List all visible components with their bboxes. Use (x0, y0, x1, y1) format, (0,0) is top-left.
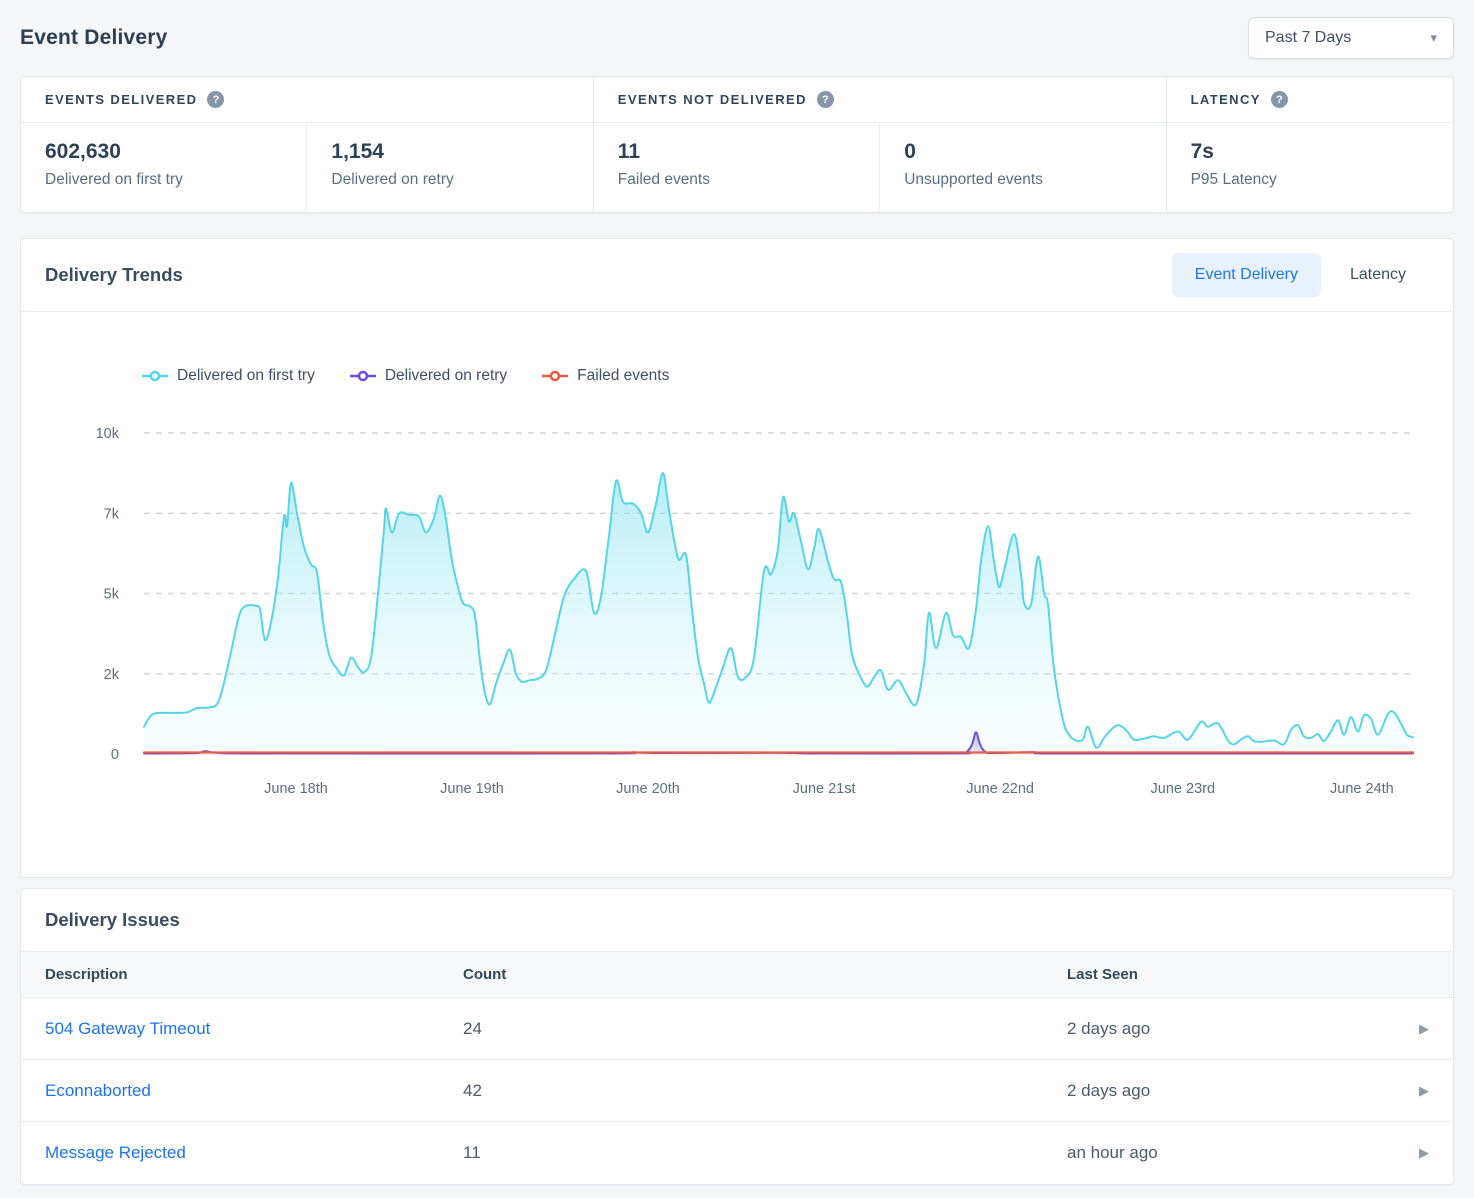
stat-section-values: 7s P95 Latency (1167, 123, 1453, 212)
issue-last-seen: an hour ago (1043, 1122, 1387, 1184)
metric: 11 Failed events (594, 123, 880, 212)
metric-label: Delivered on retry (331, 171, 568, 189)
stat-section: LATENCY? 7s P95 Latency (1167, 77, 1453, 212)
metric-value: 0 (904, 140, 1141, 164)
question-mark-icon[interactable]: ? (1271, 91, 1288, 108)
page-title: Event Delivery (20, 26, 168, 50)
chevron-right-icon[interactable]: ▶ (1419, 1145, 1429, 1160)
metric-value: 602,630 (45, 140, 282, 164)
metric-value: 11 (618, 140, 855, 164)
y-axis-tick-label: 0 (111, 747, 119, 763)
y-axis-tick-label: 5k (104, 587, 120, 603)
issues-table-header-row: Description Count Last Seen (21, 952, 1453, 998)
x-axis-tick-label: June 22nd (966, 781, 1034, 797)
tab-event-delivery[interactable]: Event Delivery (1172, 253, 1321, 297)
trends-tabs: Event DeliveryLatency (1172, 253, 1429, 297)
x-axis-tick-label: June 21st (793, 781, 856, 797)
question-mark-icon[interactable]: ? (817, 91, 834, 108)
stat-section: EVENTS NOT DELIVERED? 11 Failed events 0 Uns… (594, 77, 1167, 212)
page-header: Event Delivery Past 7 Days ▾ (20, 12, 1454, 64)
x-axis-tick-label: June 23rd (1151, 781, 1216, 797)
column-header-last-seen: Last Seen (1043, 952, 1387, 998)
issue-count: 11 (439, 1122, 1043, 1184)
issue-description-link[interactable]: Econnaborted (45, 1081, 151, 1100)
issue-last-seen: 2 days ago (1043, 998, 1387, 1060)
issue-description-link[interactable]: 504 Gateway Timeout (45, 1019, 210, 1038)
column-header-actions (1387, 952, 1453, 998)
delivery-trends-chart: Delivered on first tryDelivered on retry… (21, 312, 1453, 878)
issue-last-seen: 2 days ago (1043, 1060, 1387, 1122)
x-axis-tick-label: June 20th (616, 781, 680, 797)
metric: 1,154 Delivered on retry (307, 123, 592, 212)
stat-section-header: LATENCY? (1167, 77, 1453, 123)
chevron-right-icon[interactable]: ▶ (1419, 1083, 1429, 1098)
issues-table: Description Count Last Seen 504 Gateway … (21, 951, 1453, 1184)
stat-section-header: EVENTS DELIVERED? (21, 77, 593, 123)
stat-section: EVENTS DELIVERED? 602,630 Delivered on fir… (21, 77, 594, 212)
metric: 0 Unsupported events (880, 123, 1165, 212)
issue-count: 42 (439, 1060, 1043, 1122)
x-axis-tick-label: June 24th (1330, 781, 1394, 797)
chevron-right-icon[interactable]: ▶ (1419, 1021, 1429, 1036)
metric-label: Delivered on first try (45, 171, 282, 189)
issue-row[interactable]: Message Rejected 11an hour ago ▶ (21, 1122, 1453, 1184)
y-axis-tick-label: 7k (104, 506, 120, 522)
event-delivery-page: Event Delivery Past 7 Days ▾ EVENTS DELI… (0, 0, 1474, 1185)
stat-section-values: 11 Failed events 0 Unsupported events (594, 123, 1166, 212)
y-axis-tick-label: 2k (104, 667, 120, 683)
stat-section-label: EVENTS DELIVERED (45, 92, 197, 107)
metric-label: Failed events (618, 171, 855, 189)
metric-label: P95 Latency (1191, 171, 1429, 189)
delivery-issues-card: Delivery Issues Description Count Last S… (20, 888, 1454, 1185)
stat-section-label: EVENTS NOT DELIVERED (618, 92, 807, 107)
trends-title: Delivery Trends (45, 264, 183, 286)
caret-down-icon: ▾ (1430, 30, 1437, 46)
y-axis-tick-label: 10k (96, 426, 120, 442)
metric-value: 1,154 (331, 140, 568, 164)
column-header-description: Description (21, 952, 439, 998)
question-mark-icon[interactable]: ? (207, 91, 224, 108)
column-header-count: Count (439, 952, 1043, 998)
issues-header: Delivery Issues (21, 889, 1453, 951)
delivery-trends-card: Delivery Trends Event DeliveryLatency De… (20, 238, 1454, 878)
stat-section-header: EVENTS NOT DELIVERED? (594, 77, 1166, 123)
metric-value: 7s (1191, 140, 1429, 164)
stats-summary-card: EVENTS DELIVERED? 602,630 Delivered on fir… (20, 76, 1454, 213)
metric-label: Unsupported events (904, 171, 1141, 189)
issue-count: 24 (439, 998, 1043, 1060)
issue-row[interactable]: 504 Gateway Timeout 242 days ago ▶ (21, 998, 1453, 1060)
metric: 602,630 Delivered on first try (21, 123, 307, 212)
x-axis-tick-label: June 19th (440, 781, 504, 797)
chart-canvas[interactable]: 0 2k 5k 7k 10k June 18th June 19th June 20th Jun… (21, 312, 1454, 878)
date-range-value: Past 7 Days (1265, 29, 1351, 47)
stat-section-values: 602,630 Delivered on first try 1,154 Delive… (21, 123, 593, 212)
x-axis-tick-label: June 18th (264, 781, 328, 797)
issues-title: Delivery Issues (45, 909, 180, 931)
series-area (144, 473, 1413, 754)
stat-section-label: LATENCY (1191, 92, 1261, 107)
trends-header: Delivery Trends Event DeliveryLatency (21, 239, 1453, 312)
metric: 7s P95 Latency (1167, 123, 1453, 212)
date-range-selector[interactable]: Past 7 Days ▾ (1248, 17, 1454, 59)
issue-description-link[interactable]: Message Rejected (45, 1143, 186, 1162)
tab-latency[interactable]: Latency (1327, 253, 1429, 297)
issue-row[interactable]: Econnaborted 422 days ago ▶ (21, 1060, 1453, 1122)
